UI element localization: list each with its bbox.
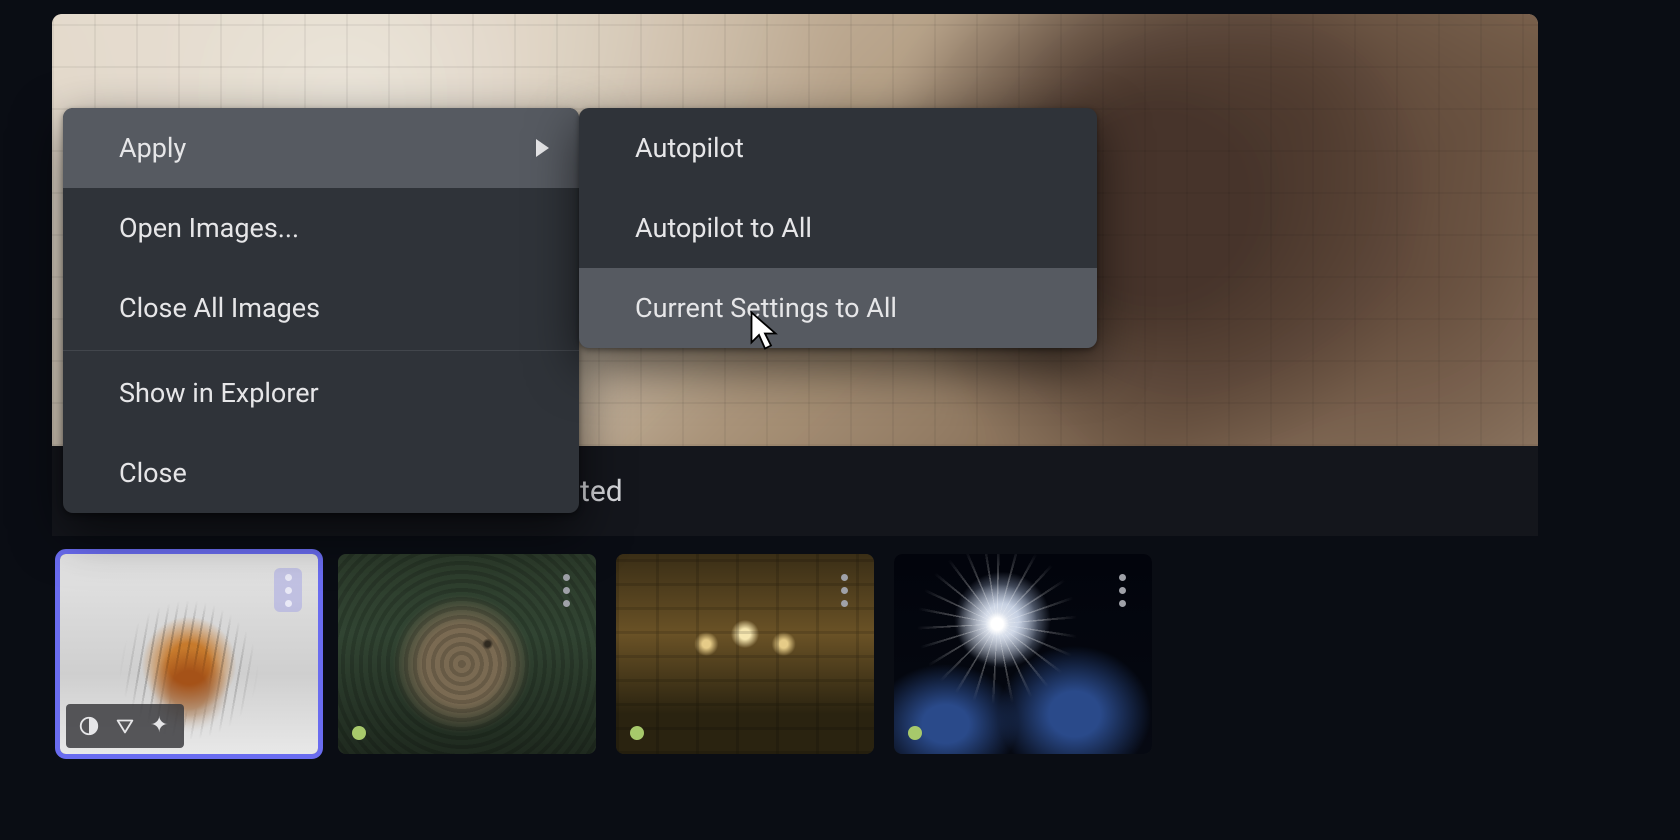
thumbnail-menu-button[interactable] — [1108, 568, 1136, 612]
sparkle-icon: ✦ — [150, 715, 172, 737]
menu-item-label: Close All Images — [119, 292, 320, 324]
thumbnail-badges: ✦ — [66, 704, 184, 748]
circle-half-icon — [78, 715, 100, 737]
thumbnail-menu-button[interactable] — [274, 568, 302, 612]
thumbnail-menu-button[interactable] — [552, 568, 580, 612]
submenu-item-autopilot-to-all[interactable]: Autopilot to All — [579, 188, 1097, 268]
filmstrip: ✦ — [60, 554, 1538, 764]
thumbnail-menu-button[interactable] — [830, 568, 858, 612]
context-menu: Apply Open Images... Close All Images Sh… — [63, 108, 579, 513]
menu-item-apply[interactable]: Apply — [63, 108, 579, 188]
thumbnail-4[interactable] — [894, 554, 1152, 754]
status-text: ted — [580, 474, 623, 509]
menu-item-show-in-explorer[interactable]: Show in Explorer — [63, 353, 579, 433]
menu-item-label: Current Settings to All — [635, 292, 897, 324]
thumbnail-1[interactable]: ✦ — [60, 554, 318, 754]
menu-item-label: Autopilot to All — [635, 212, 812, 244]
status-dot-icon — [630, 726, 644, 740]
status-dot-icon — [352, 726, 366, 740]
menu-separator — [63, 350, 579, 351]
menu-item-label: Open Images... — [119, 212, 299, 244]
menu-item-open-images[interactable]: Open Images... — [63, 188, 579, 268]
menu-item-close[interactable]: Close — [63, 433, 579, 513]
thumbnail-3[interactable] — [616, 554, 874, 754]
status-dot-icon — [908, 726, 922, 740]
triangle-down-icon — [114, 715, 136, 737]
menu-item-label: Close — [119, 457, 187, 489]
submenu-item-autopilot[interactable]: Autopilot — [579, 108, 1097, 188]
menu-item-label: Show in Explorer — [119, 377, 319, 409]
menu-item-label: Autopilot — [635, 132, 744, 164]
chevron-right-icon — [536, 139, 549, 157]
menu-item-close-all-images[interactable]: Close All Images — [63, 268, 579, 348]
thumbnail-2[interactable] — [338, 554, 596, 754]
context-submenu-apply: Autopilot Autopilot to All Current Setti… — [579, 108, 1097, 348]
submenu-item-current-settings-to-all[interactable]: Current Settings to All — [579, 268, 1097, 348]
menu-item-label: Apply — [119, 132, 186, 164]
